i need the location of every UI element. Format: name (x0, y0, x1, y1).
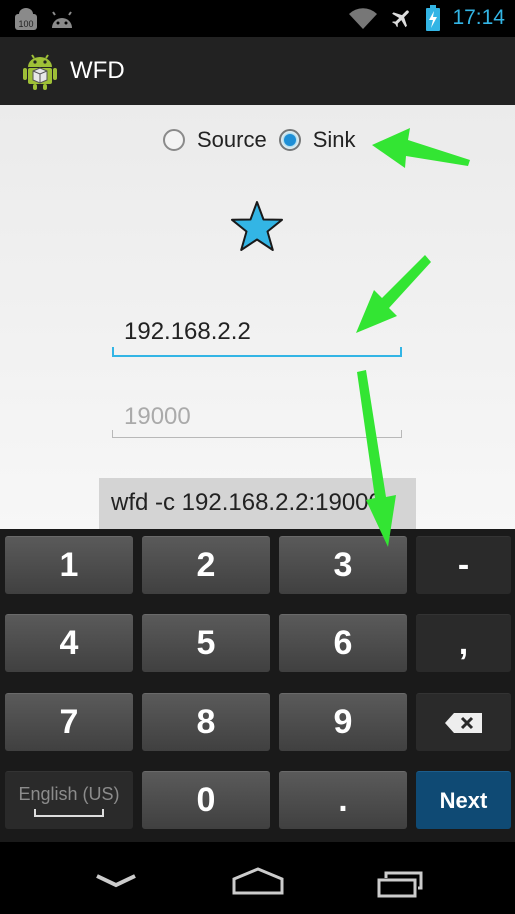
key-language-space[interactable]: English (US) (5, 771, 133, 829)
space-bar-icon (34, 809, 104, 817)
app-title: WFD (70, 57, 125, 84)
key-6[interactable]: 6 (279, 614, 407, 672)
airplane-mode-icon (392, 10, 410, 28)
numeric-keyboard: 1 2 3 - 4 5 6 , 7 8 9 English (US) 0 . N… (0, 529, 515, 842)
key-3[interactable]: 3 (279, 536, 407, 594)
back-chevron-icon[interactable] (94, 872, 138, 890)
ip-address-input[interactable] (112, 318, 394, 346)
radio-sink[interactable] (278, 129, 301, 151)
backspace-icon (444, 712, 482, 733)
key-5[interactable]: 5 (142, 614, 270, 672)
language-label: English (US) (18, 784, 120, 804)
status-bar: 100 17:14 (0, 0, 515, 37)
key-comma[interactable]: , (416, 614, 511, 672)
navigation-bar (0, 842, 515, 914)
battery-charging-icon (426, 5, 441, 31)
recent-apps-icon[interactable] (377, 866, 427, 898)
svg-text:100: 100 (18, 19, 33, 29)
port-input[interactable] (112, 403, 394, 431)
key-period[interactable]: . (279, 771, 407, 829)
home-icon[interactable] (230, 866, 286, 896)
mode-radio-group: Source Sink (163, 127, 368, 153)
star-icon[interactable] (229, 200, 285, 254)
key-4[interactable]: 4 (5, 614, 133, 672)
key-8[interactable]: 8 (142, 693, 270, 751)
action-bar: WFD (0, 37, 515, 106)
key-2[interactable]: 2 (142, 536, 270, 594)
status-clock: 17:14 (452, 6, 505, 29)
radio-sink-label[interactable]: Sink (313, 127, 356, 153)
key-7[interactable]: 7 (5, 693, 133, 751)
wifi-icon (349, 8, 378, 29)
key-next[interactable]: Next (416, 771, 511, 829)
key-minus[interactable]: - (416, 536, 511, 594)
key-0[interactable]: 0 (142, 771, 270, 829)
ip-address-field[interactable] (112, 310, 402, 357)
key-1[interactable]: 1 (5, 536, 133, 594)
port-field[interactable] (112, 395, 402, 438)
connect-command-button[interactable]: wfd -c 192.168.2.2:19000 (99, 478, 416, 529)
radio-source[interactable] (163, 129, 185, 151)
app-launcher-icon[interactable] (20, 51, 60, 91)
main-content: Source Sink wfd -c 192.168.2.2:19000 (0, 105, 515, 529)
key-9[interactable]: 9 (279, 693, 407, 751)
key-backspace[interactable] (416, 693, 511, 751)
android-100-notification-icon: 100 (15, 8, 37, 30)
android-debug-icon (52, 11, 72, 28)
radio-source-label[interactable]: Source (197, 127, 267, 153)
